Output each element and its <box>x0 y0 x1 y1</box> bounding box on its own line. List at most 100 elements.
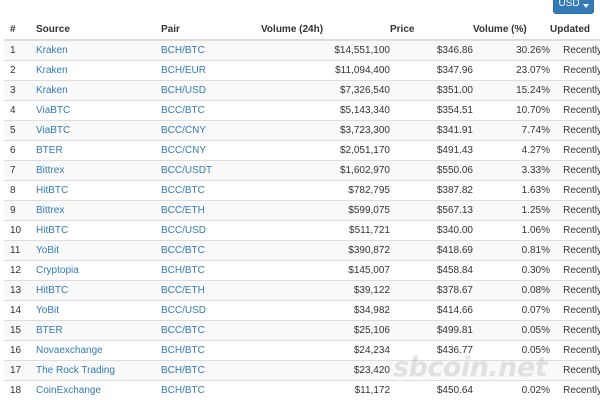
source-link[interactable]: CoinExchange <box>36 385 101 396</box>
currency-label: USD <box>558 0 580 9</box>
table-row: 7 Bittrex BCC/USDT $1,602,970 $550.06 3.… <box>4 160 600 181</box>
table-body: 1 Kraken BCH/BTC $14,551,100 $346.86 30.… <box>4 39 600 400</box>
cell-rank: 7 <box>4 160 36 181</box>
pair-link[interactable]: BCC/CNY <box>161 125 206 136</box>
cell-volume: $511,721 <box>261 220 390 241</box>
pair-link[interactable]: BCH/BTC <box>161 365 205 376</box>
cell-volume: $782,795 <box>261 180 390 201</box>
source-link[interactable]: HitBTC <box>36 285 68 296</box>
table-row: 16 Novaexchange BCH/BTC $24,234 $436.77 … <box>4 340 600 361</box>
cell-updated: Recently <box>550 180 600 201</box>
pair-link[interactable]: BCH/BTC <box>161 45 205 56</box>
header-price: Price <box>390 20 473 41</box>
cell-price: $436.77 <box>390 340 473 361</box>
pair-link[interactable]: BCH/BTC <box>161 345 205 356</box>
pair-link[interactable]: BCC/BTC <box>161 245 205 256</box>
cell-price: $354.51 <box>390 100 473 121</box>
source-link[interactable]: Novaexchange <box>36 345 103 356</box>
pair-link[interactable]: BCH/BTC <box>161 385 205 396</box>
currency-dropdown-button[interactable]: USD <box>553 0 594 14</box>
cell-rank: 3 <box>4 80 36 101</box>
cell-rank: 2 <box>4 60 36 81</box>
cell-price: $341.91 <box>390 120 473 141</box>
pair-link[interactable]: BCC/BTC <box>161 185 205 196</box>
cell-price: $550.06 <box>390 160 473 181</box>
cell-price: $351.00 <box>390 80 473 101</box>
cell-rank: 15 <box>4 320 36 341</box>
cell-rank: 10 <box>4 220 36 241</box>
cell-updated: Recently <box>550 320 600 341</box>
source-link[interactable]: Bittrex <box>36 165 64 176</box>
source-link[interactable]: BTER <box>36 145 63 156</box>
pair-link[interactable]: BCC/ETH <box>161 285 205 296</box>
source-link[interactable]: Cryptopia <box>36 265 79 276</box>
pair-link[interactable]: BCC/BTC <box>161 325 205 336</box>
pair-link[interactable]: BCC/CNY <box>161 145 206 156</box>
cell-volume-pct: 4.27% <box>473 140 550 161</box>
table-row: 18 CoinExchange BCH/BTC $11,172 $450.64 … <box>4 380 600 400</box>
cell-updated: Recently <box>550 60 600 81</box>
source-link[interactable]: HitBTC <box>36 185 68 196</box>
cell-updated: Recently <box>550 120 600 141</box>
source-link[interactable]: YoBit <box>36 305 59 316</box>
cell-volume-pct: 7.74% <box>473 120 550 141</box>
cell-volume: $5,143,340 <box>261 100 390 121</box>
pair-link[interactable]: BCC/USD <box>161 305 206 316</box>
cell-updated: Recently <box>550 240 600 261</box>
cell-volume: $39,122 <box>261 280 390 301</box>
pair-link[interactable]: BCH/EUR <box>161 65 206 76</box>
table-row: 6 BTER BCC/CNY $2,051,170 $491.43 4.27% … <box>4 140 600 161</box>
pair-link[interactable]: BCH/USD <box>161 85 206 96</box>
cell-updated: Recently <box>550 160 600 181</box>
source-link[interactable]: ViaBTC <box>36 125 70 136</box>
table-row: 4 ViaBTC BCC/BTC $5,143,340 $354.51 10.7… <box>4 100 600 121</box>
cell-updated: Recently <box>550 260 600 281</box>
table-row: 10 HitBTC BCC/USD $511,721 $340.00 1.06%… <box>4 220 600 241</box>
cell-volume-pct: 0.07% <box>473 300 550 321</box>
cell-updated: Recently <box>550 80 600 101</box>
source-link[interactable]: BTER <box>36 325 63 336</box>
table-row: 15 BTER BCC/BTC $25,106 $499.81 0.05% Re… <box>4 320 600 341</box>
cell-volume-pct: 0.02% <box>473 380 550 400</box>
source-link[interactable]: Kraken <box>36 85 68 96</box>
cell-price: $491.43 <box>390 140 473 161</box>
cell-price: $567.13 <box>390 200 473 221</box>
cell-updated: Recently <box>550 39 600 61</box>
cell-price: $347.96 <box>390 60 473 81</box>
cell-updated: Recently <box>550 300 600 321</box>
source-link[interactable]: YoBit <box>36 245 59 256</box>
cell-volume: $2,051,170 <box>261 140 390 161</box>
pair-link[interactable]: BCC/BTC <box>161 105 205 116</box>
pair-link[interactable]: BCC/ETH <box>161 205 205 216</box>
cell-rank: 18 <box>4 380 36 400</box>
source-link[interactable]: ViaBTC <box>36 105 70 116</box>
pair-link[interactable]: BCH/BTC <box>161 265 205 276</box>
source-link[interactable]: Kraken <box>36 45 68 56</box>
cell-volume-pct: 0.05% <box>473 320 550 341</box>
cell-price: $414.66 <box>390 300 473 321</box>
header-pair: Pair <box>161 20 261 41</box>
cell-volume: $11,172 <box>261 380 390 400</box>
cell-rank: 5 <box>4 120 36 141</box>
cell-volume: $7,326,540 <box>261 80 390 101</box>
cell-updated: Recently <box>550 200 600 221</box>
pair-link[interactable]: BCC/USDT <box>161 165 212 176</box>
cell-volume-pct: 1.63% <box>473 180 550 201</box>
table-row: 8 HitBTC BCC/BTC $782,795 $387.82 1.63% … <box>4 180 600 201</box>
cell-volume: $599,075 <box>261 200 390 221</box>
source-link[interactable]: The Rock Trading <box>36 365 115 376</box>
cell-rank: 16 <box>4 340 36 361</box>
cell-updated: Recently <box>550 340 600 361</box>
cell-rank: 17 <box>4 360 36 381</box>
table-header-row: # Source Pair Volume (24h) Price Volume … <box>4 20 600 41</box>
pair-link[interactable]: BCC/USD <box>161 225 206 236</box>
source-link[interactable]: Kraken <box>36 65 68 76</box>
cell-volume: $34,982 <box>261 300 390 321</box>
table-row: 11 YoBit BCC/BTC $390,872 $418.69 0.81% … <box>4 240 600 261</box>
source-link[interactable]: HitBTC <box>36 225 68 236</box>
cell-volume: $25,106 <box>261 320 390 341</box>
table-row: 2 Kraken BCH/EUR $11,094,400 $347.96 23.… <box>4 60 600 81</box>
source-link[interactable]: Bittrex <box>36 205 64 216</box>
cell-price <box>390 360 473 381</box>
caret-down-icon <box>582 4 589 8</box>
